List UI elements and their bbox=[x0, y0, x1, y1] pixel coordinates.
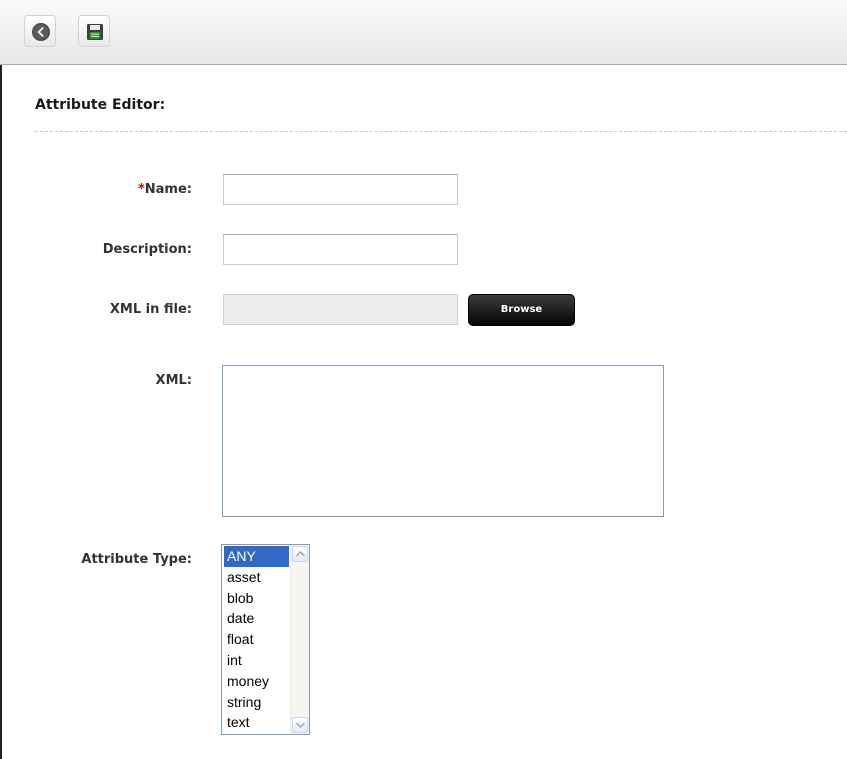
page-title: Attribute Editor: bbox=[35, 97, 166, 113]
list-option-blob[interactable]: blob bbox=[224, 588, 289, 609]
attribute-type-options: ANY asset blob date float int money stri… bbox=[224, 546, 289, 733]
xml-file-input[interactable] bbox=[223, 294, 458, 325]
title-divider bbox=[35, 131, 847, 132]
description-input[interactable] bbox=[223, 234, 458, 265]
list-option-int[interactable]: int bbox=[224, 650, 289, 671]
back-button[interactable] bbox=[24, 15, 56, 47]
list-option-text[interactable]: text bbox=[224, 712, 289, 733]
back-arrow-circle-icon bbox=[32, 23, 50, 41]
xml-label: XML: bbox=[155, 373, 192, 388]
floppy-disk-save-icon bbox=[87, 24, 103, 40]
description-label: Description: bbox=[102, 242, 192, 257]
attribute-type-label: Attribute Type: bbox=[81, 552, 192, 567]
listbox-scrollbar[interactable] bbox=[290, 545, 309, 734]
required-marker: * bbox=[137, 182, 145, 197]
xml-textarea[interactable] bbox=[222, 365, 664, 517]
xml-file-label: XML in file: bbox=[109, 302, 192, 317]
toolbar bbox=[0, 0, 847, 65]
name-input[interactable] bbox=[223, 174, 458, 205]
name-label: *Name: bbox=[138, 182, 192, 197]
chevron-down-icon bbox=[296, 722, 305, 728]
attribute-type-listbox[interactable]: ANY asset blob date float int money stri… bbox=[221, 544, 310, 735]
save-button[interactable] bbox=[78, 15, 110, 47]
name-label-text: Name: bbox=[144, 182, 192, 197]
list-option-float[interactable]: float bbox=[224, 629, 289, 650]
list-option-money[interactable]: money bbox=[224, 671, 289, 692]
list-option-date[interactable]: date bbox=[224, 608, 289, 629]
scroll-up-button[interactable] bbox=[292, 546, 308, 562]
list-option-asset[interactable]: asset bbox=[224, 567, 289, 588]
browse-button[interactable]: Browse bbox=[468, 294, 575, 326]
list-option-string[interactable]: string bbox=[224, 692, 289, 713]
scroll-down-button[interactable] bbox=[292, 717, 308, 733]
chevron-up-icon bbox=[296, 551, 305, 557]
list-option-any[interactable]: ANY bbox=[224, 546, 289, 567]
